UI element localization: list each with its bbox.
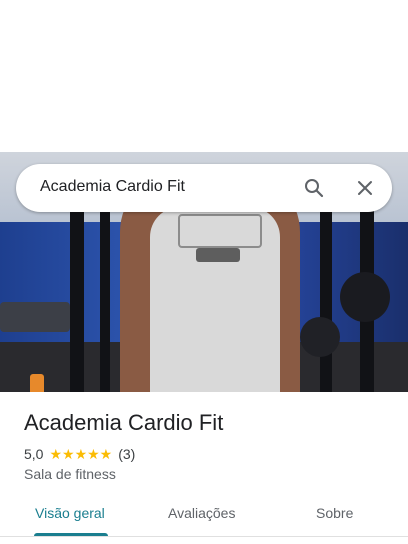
photo-shirt-print — [178, 214, 262, 248]
search-input[interactable]: Academia Cardio Fit — [40, 178, 185, 196]
review-count[interactable]: (3) — [118, 446, 135, 462]
top-blank-area — [0, 0, 408, 152]
photo-rack — [70, 212, 84, 392]
tab-reviews[interactable]: Avaliações — [168, 505, 235, 521]
photo-bench — [0, 302, 70, 332]
rating-stars: ★★★★★ — [49, 445, 113, 462]
place-title: Academia Cardio Fit — [24, 410, 224, 435]
tab-bar: Visão geral Avaliações Sobre — [0, 495, 408, 544]
rating-row[interactable]: 5,0 ★★★★★ (3) — [24, 445, 135, 463]
photo-weight — [300, 317, 340, 357]
photo-rack — [100, 212, 110, 392]
tab-overview[interactable]: Visão geral — [35, 505, 105, 521]
place-category[interactable]: Sala de fitness — [24, 466, 116, 482]
search-bar[interactable]: Academia Cardio Fit — [16, 164, 392, 212]
tab-divider — [0, 536, 408, 537]
close-icon[interactable] — [353, 176, 377, 200]
search-icon[interactable] — [302, 176, 326, 200]
photo-shirt-badge — [196, 248, 240, 262]
photo-bottle — [30, 374, 44, 392]
rating-value: 5,0 — [24, 446, 44, 462]
tab-about[interactable]: Sobre — [316, 505, 353, 521]
photo-rack — [320, 212, 332, 392]
photo-weight — [340, 272, 390, 322]
